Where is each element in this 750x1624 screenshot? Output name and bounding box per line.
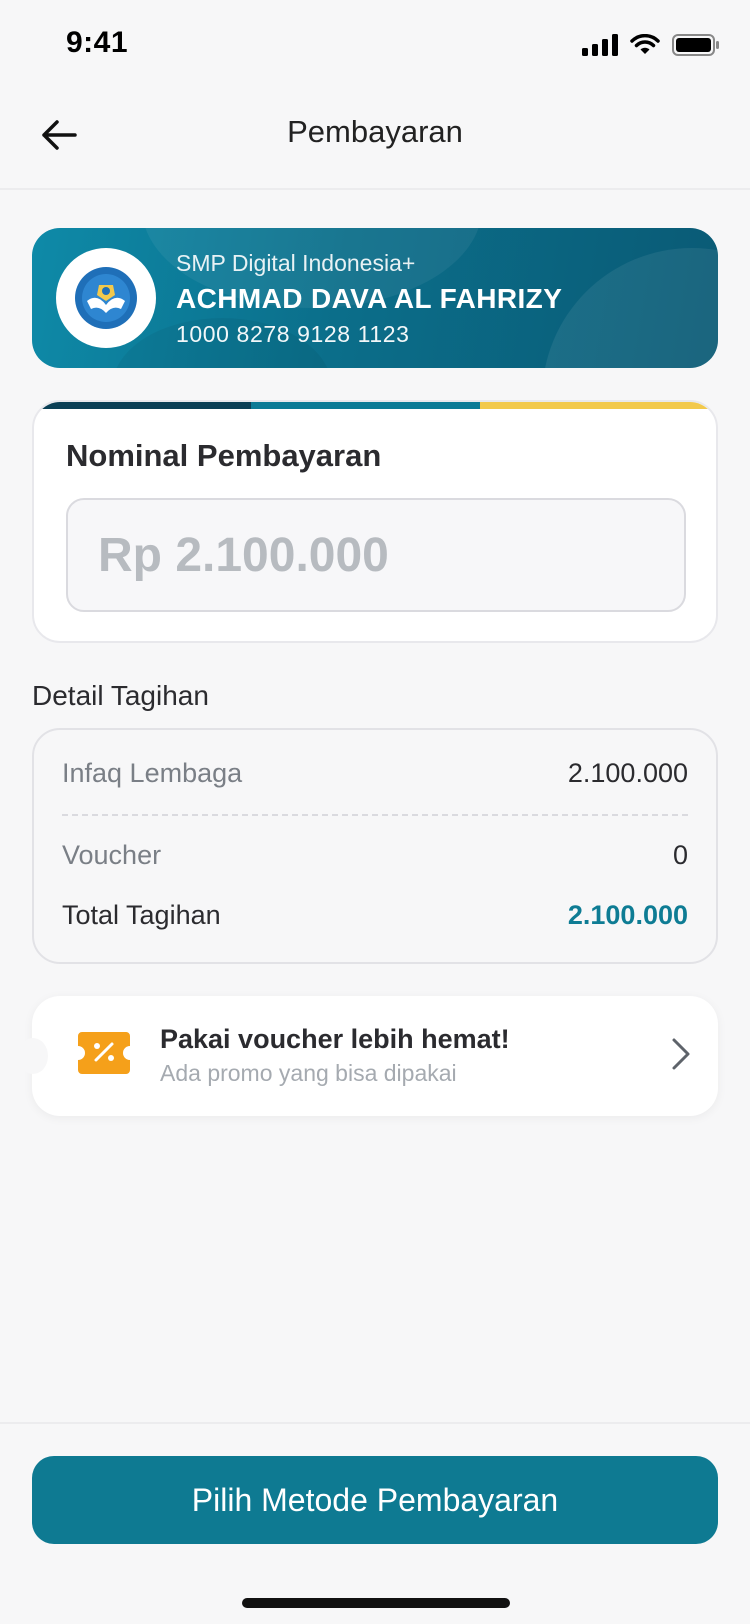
footer-divider	[0, 1422, 750, 1424]
total-label: Total Tagihan	[62, 900, 221, 930]
home-indicator	[242, 1598, 510, 1608]
choose-payment-method-button[interactable]: Pilih Metode Pembayaran	[32, 1456, 718, 1544]
bill-detail-card: Infaq Lembaga 2.100.000 Voucher 0 Total …	[32, 728, 718, 964]
page-title: Pembayaran	[287, 114, 463, 149]
student-name: ACHMAD DAVA AL FAHRIZY	[176, 283, 563, 314]
banner-text: SMP Digital Indonesia+ ACHMAD DAVA AL FA…	[176, 250, 562, 348]
voucher-ticket-icon	[78, 1032, 130, 1074]
student-id: 1000 8278 9128 1123	[176, 321, 410, 347]
detail-section-label: Detail Tagihan	[32, 680, 209, 711]
voucher-card[interactable]: Pakai voucher lebih hemat! Ada promo yan…	[18, 996, 718, 1116]
total-value: 2.100.000	[567, 900, 688, 930]
detail-row-value: 2.100.000	[567, 758, 688, 788]
nominal-input[interactable]	[66, 498, 686, 612]
nominal-card: Nominal Pembayaran	[32, 400, 718, 643]
status-time: 9:41	[66, 26, 129, 59]
detail-row-label: Infaq Lembaga	[62, 758, 243, 788]
ticket-notch	[18, 1038, 48, 1074]
chevron-right-icon	[672, 1038, 690, 1070]
wifi-icon	[630, 34, 660, 54]
school-emblem-icon	[75, 267, 137, 329]
battery-icon	[672, 34, 719, 56]
nominal-title: Nominal Pembayaran	[66, 438, 382, 473]
detail-row-label: Voucher	[62, 840, 162, 870]
banner-decoration	[542, 248, 718, 368]
detail-row-value: 0	[672, 840, 688, 870]
status-bar: 9:41	[0, 0, 750, 90]
school-logo	[56, 248, 156, 348]
dashed-divider	[62, 814, 688, 816]
voucher-subtitle: Ada promo yang bisa dipakai	[160, 1060, 457, 1086]
voucher-title: Pakai voucher lebih hemat!	[160, 1024, 510, 1054]
school-name: SMP Digital Indonesia+	[176, 250, 416, 276]
color-strip	[34, 402, 716, 409]
header: Pembayaran	[0, 90, 750, 190]
student-banner: SMP Digital Indonesia+ ACHMAD DAVA AL FA…	[32, 228, 718, 368]
detail-row-voucher: Voucher 0	[62, 840, 688, 871]
detail-row-total: Total Tagihan 2.100.000	[62, 900, 688, 931]
status-icons	[582, 34, 720, 56]
payment-screen: 9:41 Pembayaran SMP Digital Indonesia+ A…	[0, 0, 750, 1624]
signal-icon	[582, 34, 618, 56]
detail-row-infaq: Infaq Lembaga 2.100.000	[62, 758, 688, 789]
